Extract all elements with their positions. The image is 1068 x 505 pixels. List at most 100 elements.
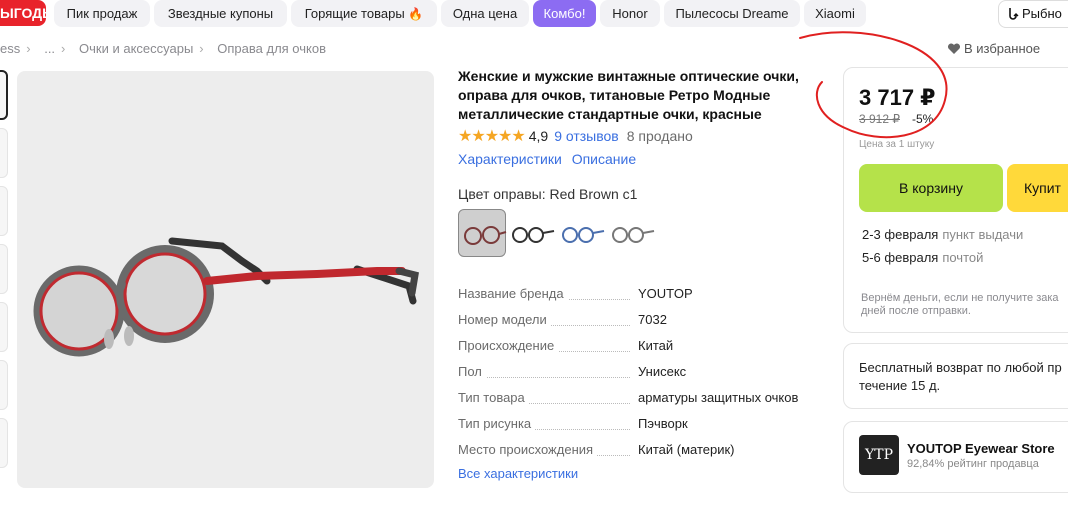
spec-key: Номер модели [458,312,551,327]
spec-value: 7032 [638,312,667,327]
thumbnail[interactable] [0,128,8,178]
reviews-link[interactable]: 9 отзывов [554,128,619,144]
spec-key: Пол [458,364,486,379]
chip-label: Комбо! [543,6,586,21]
specs-table: Название бренда YOUTOP Номер модели 7032 П… [458,284,828,466]
delivery-method: пункт выдачи [942,227,1024,242]
spec-key: Тип рисунка [458,416,536,431]
chevron-right-icon: › [26,41,31,56]
spec-value: Китай [638,338,674,353]
breadcrumb-item[interactable]: Оправа для очков [217,41,326,56]
fishing-category-button[interactable]: Рыбно [998,0,1068,28]
promo-badge[interactable]: ЫГОДЫ [0,0,46,26]
free-return-line: Бесплатный возврат по любой пр [859,360,1062,375]
color-swatch[interactable] [508,209,556,257]
add-to-cart-button[interactable]: В корзину [859,164,1003,212]
chip-label: Пылесосы Dreame [675,6,789,21]
chip-dreame[interactable]: Пылесосы Dreame [664,0,800,27]
chip-hot-items[interactable]: Горящие товары 🔥 [291,0,437,27]
thumbnail[interactable] [0,302,8,352]
spec-value: YOUTOP [638,286,693,301]
thumbnail[interactable] [0,70,8,120]
spec-row: Пол Унисекс [458,362,828,388]
delivery-option: 2-3 февраля пункт выдачи [862,227,1023,242]
delivery-method: почтой [942,250,984,265]
spec-row: Номер модели 7032 [458,310,828,336]
thumbnail[interactable] [0,244,8,294]
store-rating: 92,84% рейтинг продавца [907,458,1039,470]
spec-row: Тип рисунка Пэчворк [458,414,828,440]
store-logo: YTP [859,435,899,475]
chip-honor[interactable]: Honor [600,0,660,27]
thumbnail[interactable] [0,186,8,236]
fishing-label: Рыбно [1022,6,1062,21]
thumbnail[interactable] [0,418,8,468]
color-label: Цвет оправы: Red Brown c1 [458,186,638,202]
chip-sales-peak[interactable]: Пик продаж [54,0,150,27]
thumbnail[interactable] [0,360,8,410]
heart-icon [947,43,961,54]
star-rating-icon: ★★★★★ [458,128,526,145]
all-specs-link[interactable]: Все характеристики [458,466,578,481]
chip-label: Горящие товары [304,6,405,21]
spec-value: Китай (материк) [638,442,735,457]
free-return-text: Бесплатный возврат по любой пр течение 1… [859,359,1068,395]
glasses-icon [512,227,555,243]
delivery-option: 5-6 февраля почтой [862,250,983,265]
chip-combo[interactable]: Комбо! [533,0,596,27]
chevron-right-icon: › [199,41,204,56]
price-per-unit: Цена за 1 штуку [859,139,935,150]
current-price: 3 717 ₽ [859,85,936,110]
color-swatch-selected[interactable] [458,209,507,257]
glasses-icon [612,227,655,243]
tab-description[interactable]: Описание [572,151,636,167]
chip-label: Honor [612,6,648,21]
chevron-right-icon: › [61,41,66,56]
fire-icon: 🔥 [408,7,424,21]
spec-value: Пэчворк [638,416,688,431]
discount-badge: -5% [912,112,934,126]
spec-value: арматуры защитных очков [638,390,799,405]
refund-note: Вернём деньги, если не получите зака дне… [861,292,1059,317]
glasses-icon [464,226,507,245]
glasses-illustration [33,237,419,357]
product-image[interactable] [17,71,434,488]
spec-key: Название бренда [458,286,568,301]
sold-count: 8 продано [626,128,693,144]
chip-one-price[interactable]: Одна цена [441,0,529,27]
spec-row: Происхождение Китай [458,336,828,362]
store-name[interactable]: YOUTOP Eyewear Store [907,441,1055,456]
chip-xiaomi[interactable]: Xiaomi [804,0,866,27]
glasses-icon [562,227,605,243]
add-to-favorites-button[interactable]: В избранное [947,41,1040,56]
color-swatch[interactable] [608,209,656,257]
chip-label: Звездные купоны [167,6,274,21]
free-return-line: течение 15 д. [859,378,941,393]
category-bar: ЫГОДЫ Пик продаж Звездные купоны Горящие… [0,0,1068,28]
favorites-label: В избранное [964,41,1041,56]
product-tabs: Характеристики Описание [458,151,642,167]
spec-row: Название бренда YOUTOP [458,284,828,310]
delivery-date: 2-3 февраля [862,227,939,242]
spec-value: Унисекс [638,364,687,379]
fishing-hook-icon [1009,8,1019,20]
spec-key: Тип товара [458,390,529,405]
color-swatch[interactable] [558,209,606,257]
delivery-date: 5-6 февраля [862,250,939,265]
breadcrumb: ess › ... › Очки и аксессуары › Оправа для … [0,41,332,56]
chip-label: Одна цена [452,6,518,21]
breadcrumb-item[interactable]: ess [0,41,20,56]
tab-specs[interactable]: Характеристики [458,151,562,167]
spec-row: Тип товара арматуры защитных очков [458,388,828,414]
product-title: Женские и мужские винтажные оптические о… [458,68,799,122]
rating-row: ★★★★★ 4,9 9 отзывов 8 продано [458,126,693,146]
breadcrumb-item[interactable]: ... [44,41,55,56]
chip-star-coupons[interactable]: Звездные купоны [154,0,287,27]
rating-score: 4,9 [528,128,549,144]
spec-key: Происхождение [458,338,559,353]
breadcrumb-item[interactable]: Очки и аксессуары [79,41,193,56]
spec-row: Место происхождения Китай (материк) [458,440,828,466]
buy-now-button[interactable]: Купит [1007,164,1068,212]
spec-key: Место происхождения [458,442,598,457]
old-price: 3 912 ₽ [859,112,900,126]
